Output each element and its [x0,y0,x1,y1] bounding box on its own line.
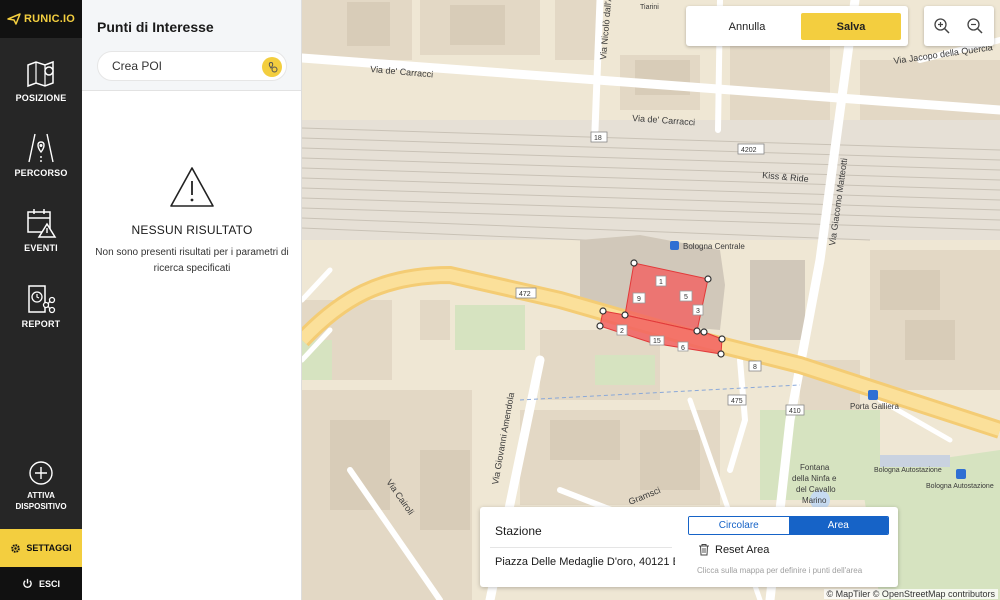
road-18: 18 [594,135,602,142]
label-fontana-4: Marino [802,496,827,505]
report-share-icon [28,285,56,314]
plus-circle-icon [29,461,53,485]
empty-description: Non sono presenti risultati per i parame… [95,247,289,274]
reset-area-button[interactable]: Reset Area [698,543,769,556]
poi-info-card: Stazione Piazza Delle Medaglie D'oro, 40… [480,507,898,587]
mode-area-tab[interactable]: Area [788,517,888,534]
sidebar: RUNIC.IO POSIZIONE PERCORSO EVENTI REPOR… [0,0,82,600]
label-fontana-3: del Cavallo [796,485,836,494]
action-bar: Annulla Salva [686,6,908,46]
road-4202: 4202 [741,147,757,154]
exit-button[interactable]: ESCI [0,567,82,600]
road-475: 475 [731,398,743,405]
brand-logo[interactable]: RUNIC.IO [0,0,82,38]
zoom-out-icon[interactable] [966,17,984,35]
road-8: 8 [753,364,757,371]
exit-label: ESCI [38,578,60,589]
save-button[interactable]: Salva [801,13,901,40]
label-fontana-2: della Ninfa e [792,474,837,483]
label-autostazione-2: Bologna Autostazione [926,483,994,490]
activate-device-button[interactable]: ATTIVA DISPOSITIVO [0,460,82,512]
activate-line1: ATTIVA [27,491,55,500]
label-autostazione-1: Bologna Autostazione [874,467,942,474]
nav-percorso-label: PERCORSO [14,168,68,178]
map-pin-icon [268,61,278,73]
nav-posizione-label: POSIZIONE [15,93,67,103]
warning-icon [170,167,214,207]
brand-name: RUNIC.IO [23,13,76,25]
empty-state: NESSUN RISULTATO Non sono presenti risul… [82,165,302,277]
settings-button[interactable]: SETTAGGI [0,529,82,567]
label-porta-galliera: Porta Galliera [850,402,899,411]
paper-plane-icon [7,13,21,25]
create-poi-input[interactable] [112,59,252,73]
poi-box-6: 6 [681,345,685,352]
zoom-controls [924,6,994,46]
trash-icon [699,544,709,556]
road-472: 472 [519,291,531,298]
route-icon [28,133,54,163]
create-poi-field [97,51,287,81]
gear-icon [11,543,21,553]
poi-box-9: 9 [637,296,641,303]
label-fontana-1: Fontana [800,463,830,472]
poi-name[interactable]: Stazione [495,524,542,538]
mode-circle-tab[interactable]: Circolare [689,517,789,534]
label-bologna-centrale: Bologna Centrale [683,242,745,251]
poi-box-15: 15 [653,338,661,345]
label-tiarini: Tiarini [640,4,659,11]
settings-label: SETTAGGI [26,543,72,553]
road-410: 410 [789,408,801,415]
nav-report-label: REPORT [21,319,61,329]
poi-box-5: 5 [684,294,688,301]
nav-eventi[interactable]: EVENTI [0,207,82,253]
cancel-button[interactable]: Annulla [696,13,798,40]
poi-box-3: 3 [696,308,700,315]
nav-report[interactable]: REPORT [0,283,82,329]
shape-mode-toggle: Circolare Area [688,516,889,535]
poi-address[interactable]: Piazza Delle Medaglie D'oro, 40121 Bolog… [495,556,675,568]
power-icon [23,578,32,588]
poi-box-2: 2 [620,328,624,335]
map-attribution[interactable]: © MapTiler © OpenStreetMap contributors [823,589,998,599]
reset-area-label: Reset Area [715,543,770,556]
poi-box-1: 1 [659,279,663,286]
card-divider [490,547,672,548]
map-pin-icon [27,60,54,88]
nav-eventi-label: EVENTI [24,243,58,253]
empty-title: NESSUN RISULTATO [131,223,253,237]
create-poi-button[interactable] [262,57,282,77]
poi-panel-header: Punti di Interesse [82,0,301,91]
calendar-alert-icon [27,209,57,238]
poi-panel: Punti di Interesse NESSUN RISULTATO Non … [82,0,302,600]
zoom-in-icon[interactable] [933,17,951,35]
area-hint: Clicca sulla mappa per definire i punti … [697,566,863,575]
activate-line2: DISPOSITIVO [15,502,67,511]
page-title: Punti di Interesse [97,19,214,35]
nav-percorso[interactable]: PERCORSO [0,132,82,178]
nav-posizione[interactable]: POSIZIONE [0,57,82,103]
